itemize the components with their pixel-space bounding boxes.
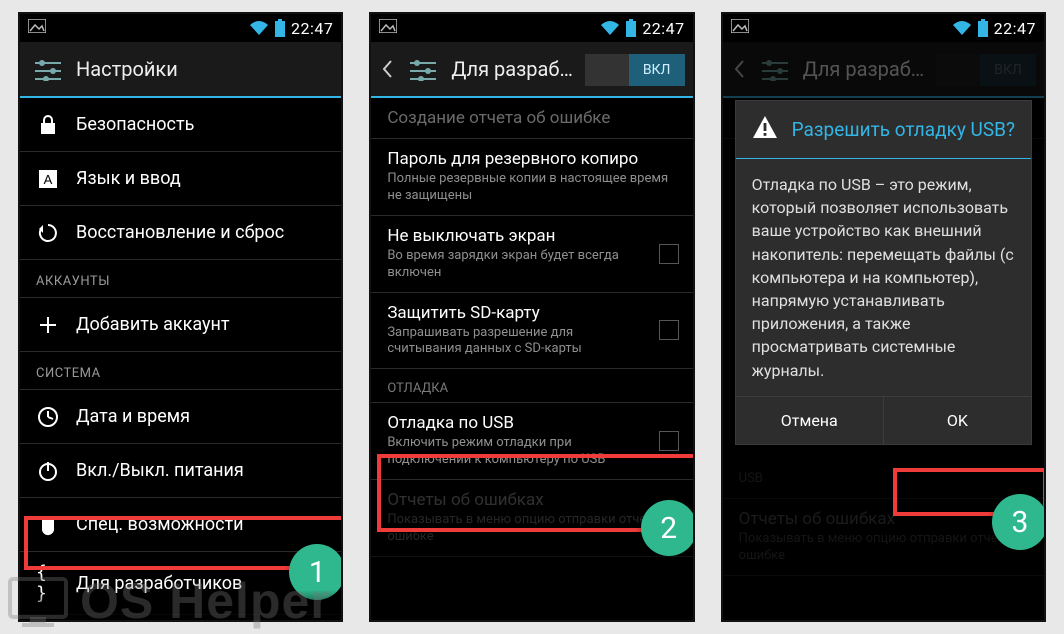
row-subtitle: Включить режим отладки при подключении к… [387,435,648,469]
row-subtitle: Полные резервные копии в настоящее время… [387,171,678,205]
step-badge-1: 1 [289,544,343,600]
restore-icon [36,222,60,244]
status-bar: 22:47 [723,14,1044,42]
usb-debug-dialog: Разрешить отладку USB? Отладка по USB – … [735,100,1032,445]
gallery-icon [379,19,397,37]
dialog-title-row: Разрешить отладку USB? [736,101,1031,159]
row-subtitle: Показывать в меню опцию отправки отчета … [387,512,678,546]
row-title: Не выключать экран [387,226,648,246]
status-bar: 22:47 [371,14,692,42]
row-subtitle: USB [739,471,1030,488]
row-power-schedule[interactable]: Вкл./Выкл. питания [20,444,341,498]
plus-icon [36,315,60,335]
row-label: Дата и время [76,406,190,427]
app-bar: Настройки [20,42,341,98]
back-icon[interactable] [381,41,395,97]
row-label: Добавить аккаунт [76,314,230,335]
row-label: Вкл./Выкл. питания [76,460,244,481]
row-security[interactable]: Безопасность [20,98,341,152]
developer-options-list: Создание отчета об ошибке Пароль для рез… [371,98,692,557]
section-debug: ОТЛАДКА [371,369,692,403]
bg-row: USB [723,459,1044,499]
row-label: Безопасность [76,114,194,135]
screen-title: Настройки [76,57,331,81]
row-accessibility[interactable]: Спец. возможности [20,498,341,552]
row-date-time[interactable]: Дата и время [20,390,341,444]
phone-screen-1: 22:47 Настройки Безопас [18,12,343,622]
row-subtitle: Во время зарядки экран будет всегда вклю… [387,248,648,282]
hand-icon [36,514,60,536]
row-usb-debugging[interactable]: Отладка по USB Включить режим отладки пр… [371,403,692,480]
row-backup-reset[interactable]: Восстановление и сброс [20,206,341,260]
row-stay-awake[interactable]: Не выключать экран Во время зарядки экра… [371,216,692,293]
gallery-icon [28,19,46,37]
section-accounts: АККАУНТЫ [20,260,341,298]
settings-list: Безопасность A Язык и ввод Восстановлени… [20,98,341,622]
svg-text:A: A [44,172,53,187]
app-bar: Для разраб… ВКЛ [371,42,692,98]
checkbox[interactable] [659,320,679,340]
back-icon [733,41,747,97]
row-title: Отчеты об ошибках [739,509,1030,529]
battery-icon [626,19,636,37]
step-badge-2: 2 [641,500,695,556]
row-label: Спец. возможности [76,514,244,535]
warning-icon [752,115,778,144]
cancel-button[interactable]: Отмена [736,397,884,444]
dialog-title: Разрешить отладку USB? [792,118,1015,141]
battery-icon [275,19,285,37]
checkbox[interactable] [659,431,679,451]
row-title: Создание отчета об ошибке [387,108,678,128]
row-add-account[interactable]: Добавить аккаунт [20,298,341,352]
status-time: 22:47 [291,19,333,38]
status-time: 22:47 [994,19,1036,38]
power-icon [36,460,60,482]
step-badge-3: 3 [992,494,1046,550]
section-system: СИСТЕМА [20,352,341,390]
master-toggle[interactable]: ВКЛ [585,54,685,86]
phone-screen-3: 22:47 Для разраб… ВКЛ Создание отчета об [721,12,1046,622]
wifi-icon [600,20,620,36]
dialog-actions: Отмена OK [736,396,1031,444]
row-protect-sd[interactable]: Защитить SD-карту Запрашивать разрешение… [371,293,692,370]
dialog-body: Отладка по USB – это режим, который позв… [736,159,1031,396]
phone-screen-2: 22:47 Для разраб… ВКЛ Создание отчета об [369,12,694,622]
master-toggle: ВКЛ [936,54,1036,86]
braces-icon: { } [36,562,60,604]
wifi-icon [249,20,269,36]
settings-sliders-icon [30,51,66,87]
row-subtitle: Запрашивать разрешение для считывания да… [387,325,648,359]
ok-button[interactable]: OK [884,397,1031,444]
clock-icon [36,406,60,428]
row-about-phone[interactable]: О телефоне [20,615,341,622]
language-icon: A [36,169,60,189]
wifi-icon [952,20,972,36]
status-bar: 22:47 [20,14,341,42]
status-time: 22:47 [642,19,684,38]
row-title: Защитить SD-карту [387,303,648,323]
row-label: Для разработчиков [76,573,242,594]
row-title: Отладка по USB [387,413,648,433]
battery-icon [978,19,988,37]
settings-sliders-icon [757,51,793,87]
row-subtitle: Показывать в меню опцию отправки отчета … [739,531,1030,565]
settings-sliders-icon [405,51,441,87]
toggle-on-label: ВКЛ [980,54,1036,86]
row-bug-report[interactable]: Создание отчета об ошибке [371,98,692,139]
gallery-icon [731,19,749,37]
row-title: Пароль для резервного копиро [387,149,678,169]
row-label: Восстановление и сброс [76,222,284,243]
toggle-on-label: ВКЛ [629,54,685,86]
row-title: Отчеты об ошибках [387,490,678,510]
row-language[interactable]: A Язык и ввод [20,152,341,206]
row-label: Язык и ввод [76,168,181,189]
lock-icon [36,115,60,135]
row-backup-password[interactable]: Пароль для резервного копиро Полные резе… [371,139,692,216]
checkbox[interactable] [659,244,679,264]
app-bar: Для разраб… ВКЛ [723,42,1044,98]
